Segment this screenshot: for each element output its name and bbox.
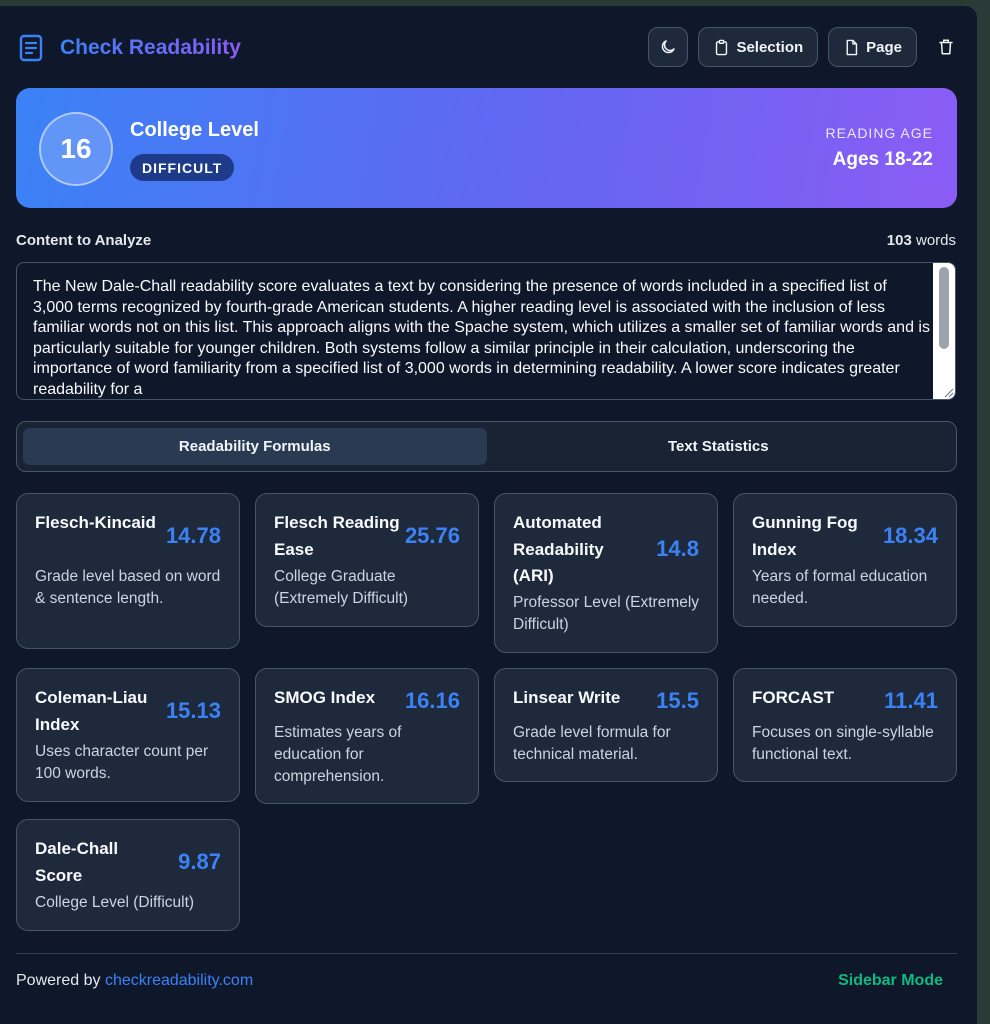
document-icon [19,34,43,62]
formula-card-linsear-write: Linsear Write 15.5 Grade level formula f… [494,668,718,782]
formula-name: Gunning Fog Index [752,513,858,559]
reading-age-label: READING AGE [825,125,933,141]
formula-score: 18.34 [882,523,938,548]
footer-credit: Powered by checkreadability.com [16,972,253,990]
moon-icon [662,40,676,54]
tab-bar: Readability Formulas Text Statistics [16,421,957,472]
level-title: College Level [130,119,259,141]
formula-score: 25.76 [404,523,460,548]
tab-readability-formulas[interactable]: Readability Formulas [23,428,487,465]
selection-button-label: Selection [736,38,804,56]
formula-description: College Graduate (Extremely Difficult) [274,568,409,607]
formula-description: Grade level based on word & sentence len… [35,568,221,607]
formula-name: SMOG Index [274,688,376,707]
formula-description: Uses character count per 100 words. [35,743,209,782]
formula-card-flesch-reading-ease: Flesch Reading Ease 25.76 College Gradua… [255,493,479,627]
formula-score: 15.5 [656,688,699,713]
word-count: 103 words [887,232,956,249]
theme-toggle-button[interactable] [648,27,689,67]
formula-score: 14.78 [165,523,221,548]
formula-card-ari: Automated Readability (ARI) 14.8 Profess… [494,493,718,653]
formula-score: 16.16 [404,688,460,713]
selection-button[interactable]: Selection [698,27,819,67]
formula-name: Flesch Reading Ease [274,513,400,559]
page-button-label: Page [866,38,902,56]
content-label: Content to Analyze [16,232,152,249]
formula-description: Years of formal education needed. [752,568,928,607]
formula-card-gunning-fog: Gunning Fog Index 18.34 Years of formal … [733,493,957,627]
clear-button[interactable] [931,27,961,67]
formula-name: FORCAST [752,688,835,707]
resize-grip-icon[interactable] [942,386,954,398]
formula-description: College Level (Difficult) [35,894,195,911]
clipboard-icon [716,39,728,55]
readability-summary-card: 16 College Level DIFFICULT READING AGE A… [16,88,957,208]
formula-card-flesch-kincaid: Flesch-Kincaid 14.78 Grade level based o… [16,493,240,649]
content-text[interactable]: The New Dale-Chall readability score eva… [17,263,931,399]
textarea-scrollbar[interactable] [933,263,955,399]
content-textarea[interactable]: The New Dale-Chall readability score eva… [16,262,956,400]
reading-age-value: Ages 18-22 [832,149,933,170]
formula-card-dale-chall: Dale-Chall Score 9.87 College Level (Dif… [16,819,240,931]
brand: Check Readability [16,33,241,63]
file-icon [846,39,858,55]
tab-text-statistics[interactable]: Text Statistics [487,428,951,465]
formula-card-smog: SMOG Index 16.16 Estimates years of educ… [255,668,479,804]
sidebar-mode-indicator[interactable]: Sidebar Mode [838,972,943,990]
extension-panel: Check Readability Selection Page 16 Coll… [0,6,977,1024]
difficulty-badge: DIFFICULT [130,154,235,181]
formula-description: Estimates years of education for compreh… [274,724,402,785]
trash-icon [939,39,953,55]
formula-name: Flesch-Kincaid [35,513,156,532]
formula-score: 15.13 [165,698,221,723]
formula-score: 11.41 [884,688,938,713]
formula-name: Dale-Chall Score [35,839,119,885]
formula-name: Coleman-Liau Index [35,688,148,734]
header: Check Readability Selection Page [16,26,961,70]
grade-circle: 16 [39,112,113,186]
formula-description: Focuses on single-syllable functional te… [752,724,934,763]
footer-divider [16,953,957,954]
formula-score: 14.8 [656,536,699,561]
formula-card-forcast: FORCAST 11.41 Focuses on single-syllable… [733,668,957,782]
word-count-number: 103 [886,232,912,249]
app-title: Check Readability [60,36,241,59]
formula-name: Linsear Write [513,688,621,707]
footer-prefix: Powered by [16,972,105,989]
formula-card-coleman-liau: Coleman-Liau Index 15.13 Uses character … [16,668,240,802]
page-button[interactable]: Page [828,27,917,67]
formula-name: Automated Readability (ARI) [513,513,604,585]
footer-link[interactable]: checkreadability.com [105,972,253,989]
toolbar: Selection Page [648,27,961,67]
word-count-unit: words [911,232,956,249]
scrollbar-thumb[interactable] [939,267,949,349]
formula-description: Professor Level (Extremely Difficult) [513,594,700,633]
formula-description: Grade level formula for technical materi… [513,724,671,763]
formula-score: 9.87 [178,849,221,874]
